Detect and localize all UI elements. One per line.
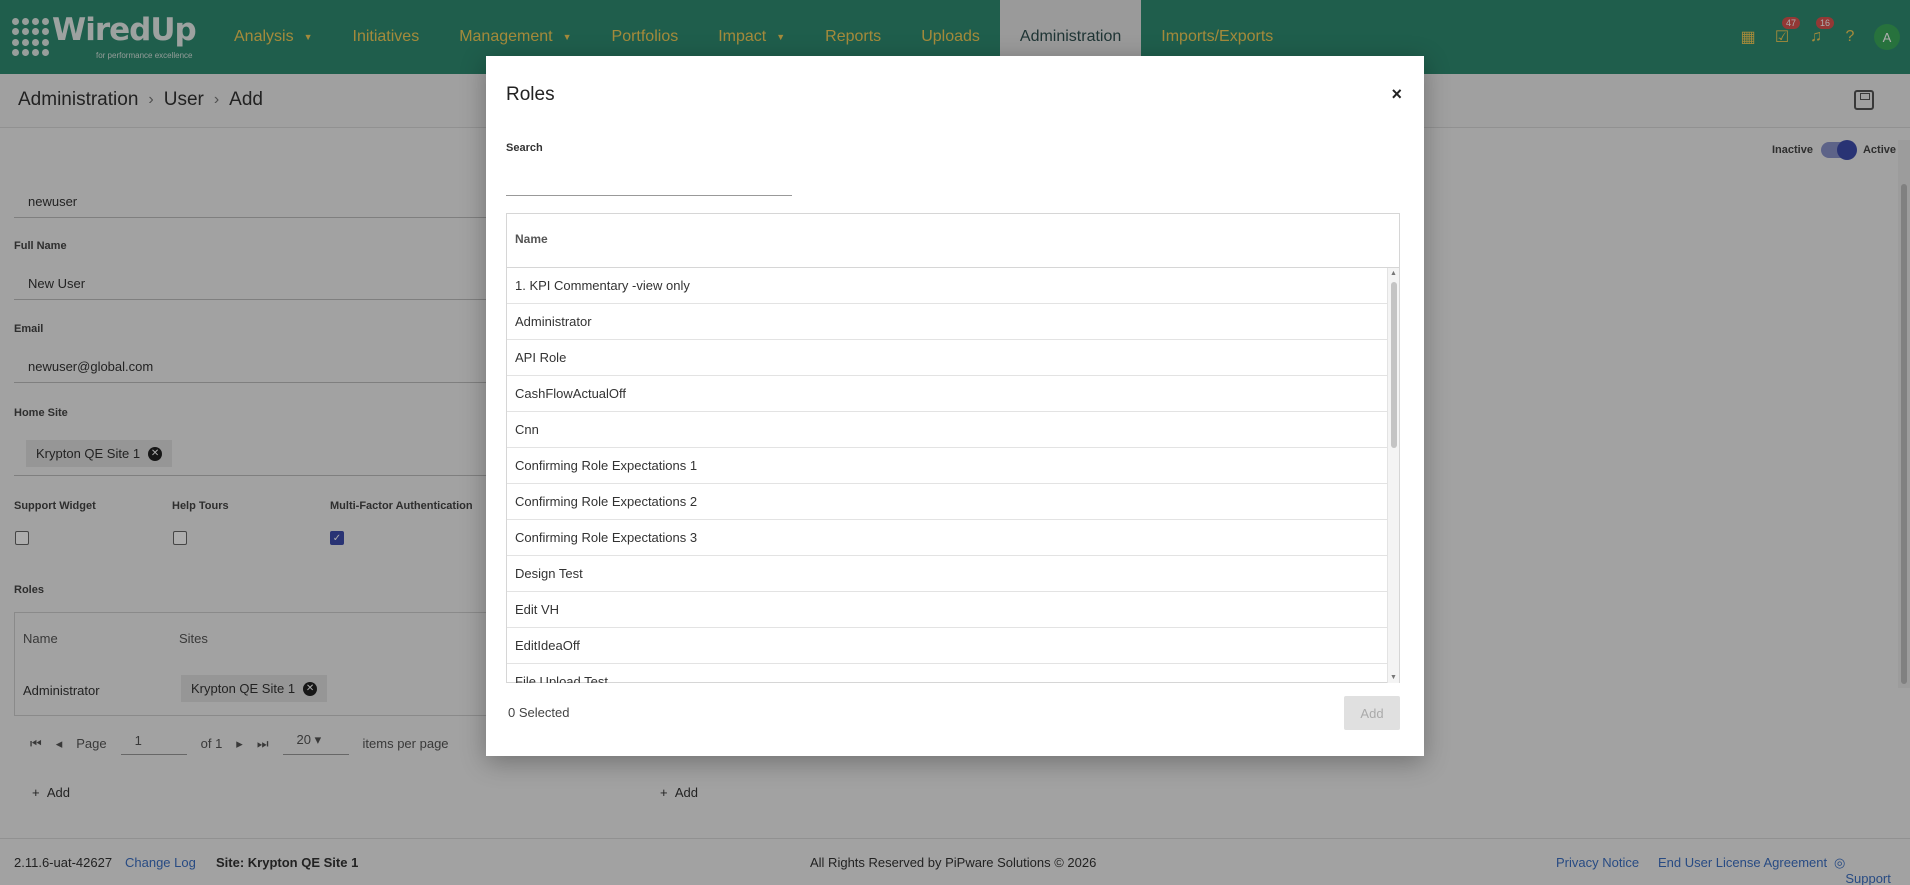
grid-header-name[interactable]: Name	[507, 214, 1399, 268]
list-item[interactable]: API Role	[507, 340, 1389, 376]
roles-grid: Name 1. KPI Commentary -view only Admini…	[506, 213, 1400, 683]
search-label: Search	[506, 142, 543, 154]
roles-modal: Roles × Search Name 1. KPI Commentary -v…	[486, 56, 1424, 756]
search-input[interactable]	[506, 176, 792, 196]
grid-scrollbar[interactable]: ▲ ▼	[1387, 268, 1399, 683]
modal-title: Roles	[506, 84, 555, 105]
list-item[interactable]: Confirming Role Expectations 3	[507, 520, 1389, 556]
list-item[interactable]: CashFlowActualOff	[507, 376, 1389, 412]
list-item[interactable]: Administrator	[507, 304, 1389, 340]
list-item[interactable]: Confirming Role Expectations 2	[507, 484, 1389, 520]
list-item[interactable]: 1. KPI Commentary -view only	[507, 268, 1389, 304]
scroll-thumb[interactable]	[1391, 282, 1397, 448]
list-item[interactable]: EditIdeaOff	[507, 628, 1389, 664]
grid-body: 1. KPI Commentary -view only Administrat…	[507, 268, 1389, 683]
selected-count: 0 Selected	[508, 705, 570, 720]
list-item[interactable]: Edit VH	[507, 592, 1389, 628]
close-icon[interactable]: ×	[1391, 84, 1402, 105]
scroll-down-icon[interactable]: ▼	[1390, 674, 1397, 681]
list-item[interactable]: Design Test	[507, 556, 1389, 592]
add-button[interactable]: Add	[1344, 696, 1400, 730]
scroll-up-icon[interactable]: ▲	[1390, 270, 1397, 277]
list-item[interactable]: Cnn	[507, 412, 1389, 448]
list-item[interactable]: Confirming Role Expectations 1	[507, 448, 1389, 484]
list-item[interactable]: File Upload Test	[507, 664, 1389, 683]
